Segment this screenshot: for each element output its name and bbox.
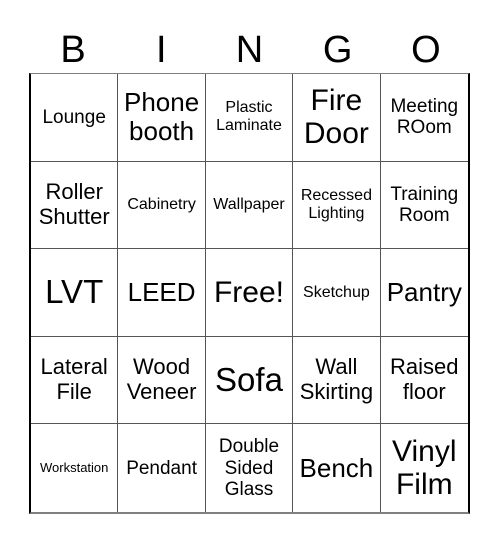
bingo-cell[interactable]: Wall Skirting [293, 336, 381, 425]
bingo-cell[interactable]: Pendant [118, 424, 206, 512]
bingo-grid: Lounge Phone booth Plastic Laminate Fire… [29, 73, 470, 514]
bingo-cell[interactable]: Wallpaper [205, 161, 294, 250]
bingo-cell[interactable]: Phone booth [118, 74, 206, 162]
free-space-cell[interactable]: Free! [205, 249, 294, 337]
header-letter-i: I [156, 29, 167, 71]
bingo-cell[interactable]: Plastic Laminate [205, 74, 294, 162]
bingo-cell[interactable]: LEED [118, 249, 206, 337]
bingo-cell[interactable]: LVT [31, 249, 119, 337]
bingo-cell[interactable]: Vinyl Film [381, 424, 468, 512]
bingo-cell[interactable]: Workstation [31, 424, 119, 512]
bingo-cell[interactable]: Sofa [205, 336, 294, 425]
bingo-cell[interactable]: Sketchup [293, 249, 381, 337]
bingo-cell[interactable]: Recessed Lighting [293, 161, 381, 250]
bingo-cell[interactable]: Bench [293, 424, 381, 512]
header-letter-n: N [235, 29, 264, 71]
bingo-cell[interactable]: Meeting ROom [380, 74, 468, 162]
bingo-cell[interactable]: Lateral File [31, 336, 119, 425]
bingo-cell[interactable]: Wood Veneer [118, 336, 206, 425]
header-letter-o: O [411, 29, 441, 71]
bingo-cell[interactable]: Cabinetry [118, 161, 206, 250]
bingo-cell[interactable]: Roller Shutter [31, 161, 119, 250]
header-letter-b: B [60, 29, 86, 71]
bingo-cell[interactable]: Training Room [380, 162, 468, 250]
bingo-cell[interactable]: Pantry [380, 249, 468, 337]
bingo-cell[interactable]: Raised floor [380, 337, 468, 425]
header-letter-g: G [322, 29, 353, 71]
bingo-cell[interactable]: Lounge [31, 74, 119, 162]
bingo-cell[interactable]: Fire Door [293, 74, 381, 162]
bingo-header: B I N G O [29, 28, 470, 73]
bingo-cell[interactable]: Double Sided Glass [206, 424, 294, 512]
